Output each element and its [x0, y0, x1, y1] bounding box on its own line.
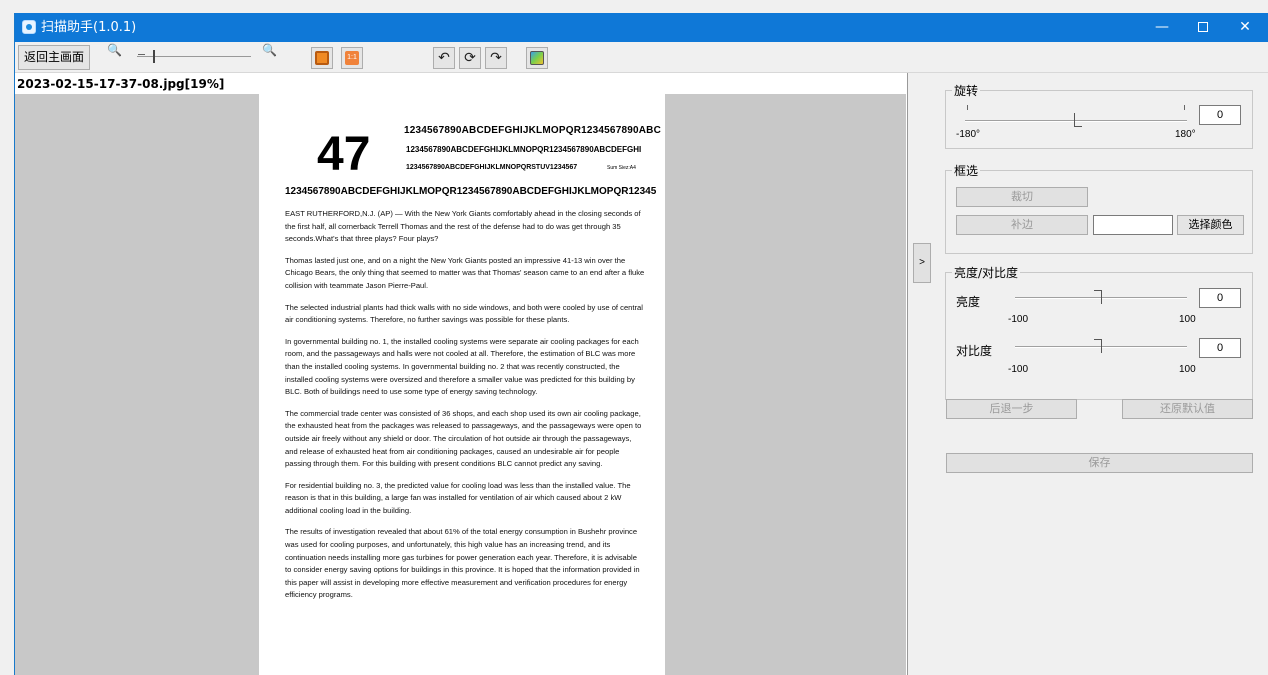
- image-viewer[interactable]: 2023-02-15-17-37-08.jpg[19%] 47 12345678…: [15, 73, 908, 675]
- rotate-value-input[interactable]: 0: [1199, 105, 1241, 125]
- color-adjust-button[interactable]: [526, 47, 548, 69]
- undo-button[interactable]: 后退一步: [946, 399, 1077, 419]
- adjust-panel: 旋转 0 -180° 180° 框选 裁切 补边 选择颜色 亮度/对比度 亮度 …: [909, 73, 1268, 675]
- doc-header-line: 1234567890ABCDEFGHIJKLMOPQR1234567890ABC: [404, 125, 662, 136]
- doc-header-note: Sum Siez:A4: [607, 165, 636, 171]
- minimize-button[interactable]: —: [1139, 13, 1185, 42]
- rotate-min-tick: [967, 105, 968, 110]
- home-button[interactable]: 返回主画面: [18, 45, 90, 70]
- doc-header-line: 1234567890ABCDEFGHIJKLMNOPQR1234567890AB…: [406, 145, 642, 154]
- title-bar: 扫描助手(1.0.1) — ✕: [15, 13, 1268, 42]
- save-button[interactable]: 保存: [946, 453, 1253, 473]
- close-button[interactable]: ✕: [1222, 13, 1268, 42]
- pick-color-button[interactable]: 选择颜色: [1177, 215, 1244, 235]
- minimize-icon: —: [1155, 19, 1169, 35]
- close-icon: ✕: [1239, 19, 1251, 35]
- image-filename: 2023-02-15-17-37-08.jpg[19%]: [17, 77, 225, 91]
- zoom-in-icon[interactable]: 🔍: [262, 43, 277, 57]
- crop-button[interactable]: 裁切: [956, 187, 1088, 207]
- doc-header-line: 1234567890ABCDEFGHIJKLMNOPQRSTUV1234567: [406, 164, 578, 171]
- doc-paragraph: In governmental building no. 1, the inst…: [285, 336, 639, 397]
- brightness-label: 亮度: [956, 295, 981, 309]
- doc-paragraph: The selected industrial plants had thick…: [285, 302, 643, 325]
- rotate-group: 旋转 0 -180° 180°: [945, 82, 1253, 149]
- doc-paragraph: EAST RUTHERFORD,N.J. (AP) — With the New…: [285, 209, 641, 244]
- brightness-contrast-group: 亮度/对比度 亮度 0 -100 100 对比度 0 -100 100: [945, 264, 1253, 400]
- doc-body: EAST RUTHERFORD,N.J. (AP) — With the New…: [285, 208, 645, 611]
- image-canvas[interactable]: 47 1234567890ABCDEFGHIJKLMOPQR1234567890…: [15, 94, 906, 675]
- rotate-reset-icon: ⟳: [464, 50, 476, 66]
- crop-group: 框选 裁切 补边 选择颜色: [945, 162, 1253, 254]
- pad-button[interactable]: 补边: [956, 215, 1088, 235]
- maximize-icon: [1198, 22, 1208, 32]
- doc-paragraph: For residential building no. 3, the pred…: [285, 480, 631, 515]
- doc-paragraph: The results of investigation revealed th…: [285, 527, 640, 600]
- contrast-slider-thumb[interactable]: [1094, 339, 1102, 353]
- rotate-left-button[interactable]: ↶: [433, 47, 455, 69]
- reset-defaults-button[interactable]: 还原默认值: [1122, 399, 1253, 419]
- maximize-button[interactable]: [1180, 13, 1226, 42]
- rotate-slider-thumb[interactable]: [1074, 113, 1082, 127]
- rotate-max-tick: [1184, 105, 1185, 110]
- doc-page-number: 47: [317, 128, 371, 181]
- fit-window-button[interactable]: [311, 47, 333, 69]
- fit-icon: [315, 51, 329, 65]
- contrast-label: 对比度: [956, 344, 993, 358]
- doc-paragraph: The commercial trade center was consiste…: [285, 408, 642, 469]
- doc-paragraph: Thomas lasted just one, and on a night t…: [285, 255, 645, 290]
- rotate-group-label: 旋转: [952, 82, 981, 99]
- scanned-document: 47 1234567890ABCDEFGHIJKLMOPQR1234567890…: [259, 94, 665, 675]
- rotate-left-icon: ↶: [438, 50, 450, 66]
- contrast-value-input[interactable]: 0: [1199, 338, 1241, 358]
- contrast-min-label: -100: [1008, 364, 1029, 375]
- brightness-slider-thumb[interactable]: [1094, 290, 1102, 304]
- rotate-reset-button[interactable]: ⟳: [459, 47, 481, 69]
- rotate-min-label: -180°: [956, 129, 981, 140]
- zoom-minus-mark: [138, 54, 145, 55]
- chevron-right-icon: >: [919, 257, 925, 268]
- crop-group-label: 框选: [952, 162, 981, 179]
- brightness-min-label: -100: [1008, 314, 1029, 325]
- app-window: 扫描助手(1.0.1) — ✕ 返回主画面 🔍 🔍 1:1 ↶ ⟳ ↷ 2023…: [14, 13, 1268, 675]
- brightness-value-input[interactable]: 0: [1199, 288, 1241, 308]
- brightness-max-label: 100: [1179, 314, 1196, 325]
- contrast-max-label: 100: [1179, 364, 1196, 375]
- rotate-right-icon: ↷: [490, 50, 502, 66]
- doc-header-line: 1234567890ABCDEFGHIJKLMOPQR1234567890ABC…: [285, 186, 657, 197]
- actual-size-button[interactable]: 1:1: [341, 47, 363, 69]
- rotate-max-label: 180°: [1175, 129, 1196, 140]
- zoom-slider-thumb[interactable]: [153, 50, 155, 63]
- zoom-out-icon[interactable]: 🔍: [107, 43, 122, 57]
- color-icon: [530, 51, 544, 65]
- window-title: 扫描助手(1.0.1): [41, 20, 137, 35]
- toolbar: 返回主画面 🔍 🔍 1:1 ↶ ⟳ ↷: [15, 42, 1268, 73]
- actual-size-icon: 1:1: [345, 51, 359, 65]
- app-icon: [22, 20, 36, 34]
- brightness-contrast-group-label: 亮度/对比度: [952, 264, 1021, 281]
- pad-color-swatch[interactable]: [1093, 215, 1173, 235]
- collapse-panel-button[interactable]: >: [913, 243, 931, 283]
- rotate-right-button[interactable]: ↷: [485, 47, 507, 69]
